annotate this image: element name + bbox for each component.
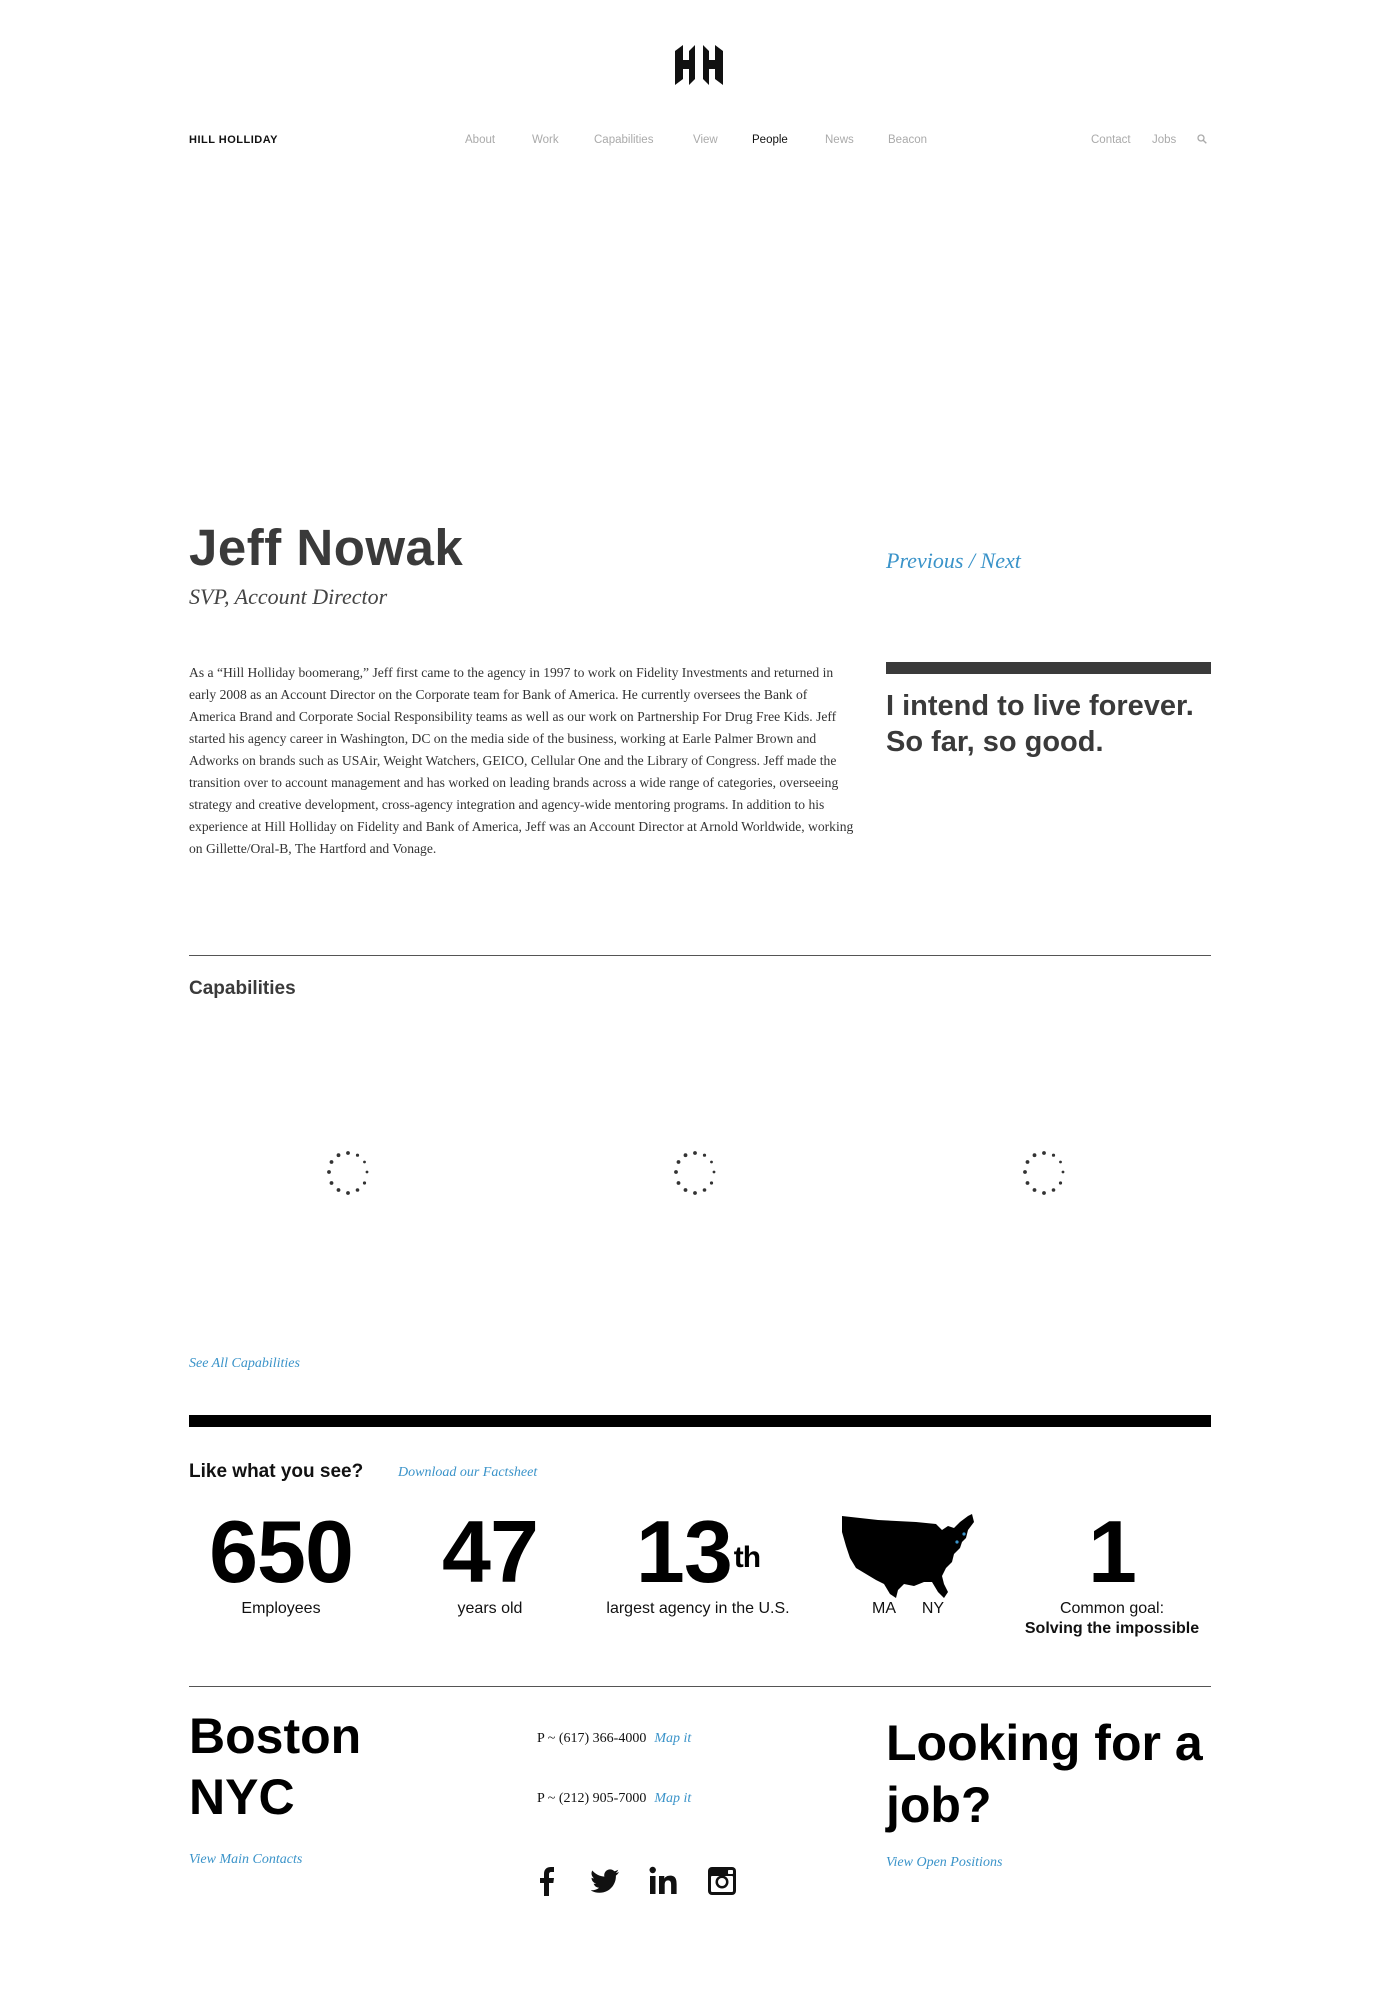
nav-about[interactable]: About [465,134,495,146]
age-stat: 47 [442,1502,539,1601]
facebook-icon[interactable] [532,1866,562,1896]
prev-next-separator: / [968,548,976,573]
search-icon[interactable] [1197,134,1207,144]
nyc-map-link[interactable]: Map it [654,1791,691,1806]
stats-headline: Like what you see? [189,1461,364,1482]
next-link[interactable]: Next [981,548,1021,573]
rank-suffix: th [733,1541,761,1574]
nav-news[interactable]: News [825,134,854,146]
nav-contact[interactable]: Contact [1091,134,1131,146]
person-title: SVP, Account Director [189,584,388,609]
linkedin-icon[interactable] [649,1866,679,1896]
boston-phone: P ~ (617) 366-4000 [537,1731,647,1746]
loading-spinner-icon [674,1151,716,1195]
age-label: years old [457,1600,523,1617]
nav-jobs[interactable]: Jobs [1152,134,1176,146]
instagram-icon[interactable] [707,1866,737,1896]
brand-name[interactable]: HILL HOLLIDAY [189,134,278,146]
goal-label: Common goal: [1059,1600,1165,1617]
hill-holliday-logo[interactable] [673,45,725,85]
city-boston: Boston [189,1708,362,1764]
nav-capabilities[interactable]: Capabilities [594,134,653,146]
goal-sublabel: Solving the impossible [1024,1620,1200,1637]
rank-stat: 13th [590,1502,806,1602]
person-quote: I intend to live forever. So far, so goo… [886,690,1194,758]
see-all-capabilities-link[interactable]: See All Capabilities [189,1356,300,1372]
twitter-icon[interactable] [591,1866,621,1896]
us-map-icon [842,1514,974,1598]
location-ny: NY [921,1600,945,1617]
section-bar [189,1415,1211,1427]
rank-value: 13 [635,1502,733,1601]
employees-stat: 650 [209,1502,354,1601]
view-main-contacts-link[interactable]: View Main Contacts [189,1852,302,1868]
boston-map-link[interactable]: Map it [654,1731,691,1746]
nav-work[interactable]: Work [532,134,559,146]
loading-spinner-icon [327,1151,369,1195]
prev-next-nav: Previous / Next [886,548,1021,574]
employees-label: Employees [241,1600,321,1617]
goal-stat: 1 [1088,1502,1137,1601]
view-open-positions-link[interactable]: View Open Positions [886,1855,1002,1871]
person-name: Jeff Nowak [189,519,464,576]
divider [189,955,1211,956]
loading-spinner-icon [1023,1151,1065,1195]
nav-people[interactable]: People [752,134,788,146]
nav-view[interactable]: View [693,134,718,146]
download-factsheet-link[interactable]: Download our Factsheet [398,1465,537,1481]
nyc-phone-row: P ~ (212) 905-7000 Map it [537,1791,691,1807]
divider [189,1686,1211,1687]
location-ma: MA [872,1600,896,1617]
rank-label: largest agency in the U.S. [606,1600,790,1617]
nav-beacon[interactable]: Beacon [888,134,927,146]
person-bio: As a “Hill Holliday boomerang,” Jeff fir… [189,665,854,856]
nyc-phone: P ~ (212) 905-7000 [537,1791,647,1806]
capabilities-title: Capabilities [189,978,296,999]
job-heading: Looking for a job? [886,1715,1203,1833]
city-nyc: NYC [189,1769,295,1825]
boston-phone-row: P ~ (617) 366-4000 Map it [537,1731,691,1747]
quote-bar [886,662,1211,674]
previous-link[interactable]: Previous [886,548,963,573]
